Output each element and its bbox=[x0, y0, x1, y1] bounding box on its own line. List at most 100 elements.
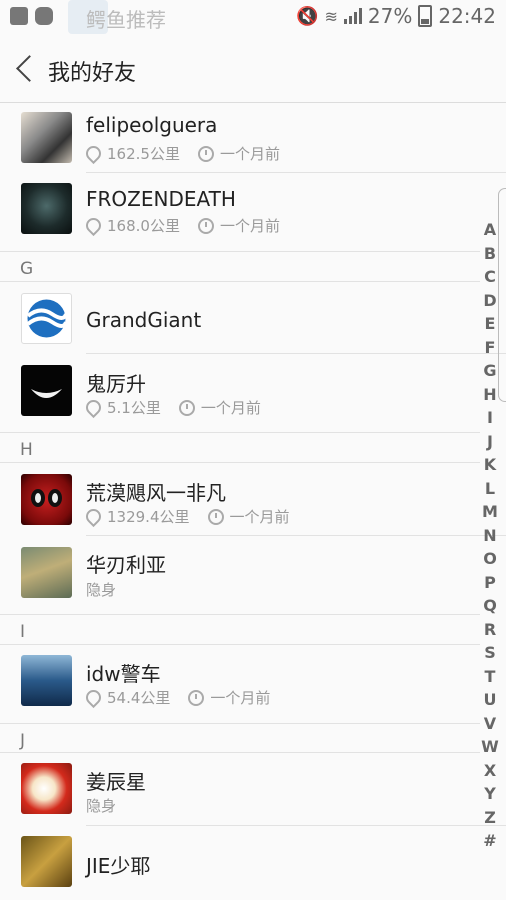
friend-row[interactable]: FROZENDEATH 168.0公里 一个月前 bbox=[0, 173, 480, 243]
friend-name: 鬼厉升 bbox=[86, 372, 146, 396]
friend-meta: 162.5公里 一个月前 bbox=[82, 142, 280, 165]
friend-row[interactable]: felipeolguera 162.5公里 一个月前 bbox=[0, 103, 480, 173]
index-letter-a[interactable]: A bbox=[480, 218, 500, 242]
grin-icon bbox=[31, 389, 62, 398]
friend-last-seen: 一个月前 bbox=[210, 689, 271, 707]
friend-row[interactable]: 姜辰星 隐身 bbox=[0, 753, 480, 825]
index-letter-j[interactable]: J bbox=[480, 430, 500, 454]
wifi-icon: ≋ bbox=[324, 6, 338, 26]
friend-row[interactable]: 鬼厉升 5.1公里 一个月前 bbox=[0, 354, 480, 432]
index-letter-f[interactable]: F bbox=[480, 336, 500, 360]
location-pin-icon bbox=[82, 214, 105, 237]
index-letter-y[interactable]: Y bbox=[480, 782, 500, 806]
index-letter-h[interactable]: H bbox=[480, 383, 500, 407]
index-letter-w[interactable]: W bbox=[480, 735, 500, 759]
clock-icon bbox=[197, 217, 214, 234]
friend-row[interactable]: 华刃利亚 隐身 bbox=[0, 536, 480, 614]
index-letter-u[interactable]: U bbox=[480, 688, 500, 712]
friend-name: idw警车 bbox=[86, 662, 161, 686]
battery-icon bbox=[418, 5, 433, 27]
friend-last-seen: 一个月前 bbox=[219, 145, 280, 163]
friend-name: GrandGiant bbox=[86, 308, 202, 332]
index-letter-s[interactable]: S bbox=[480, 641, 500, 665]
header: 我的好友 bbox=[0, 36, 506, 103]
section-header-g: G bbox=[20, 259, 34, 279]
friend-last-seen: 一个月前 bbox=[219, 217, 280, 235]
mask-face-icon bbox=[31, 489, 62, 507]
avatar bbox=[21, 474, 72, 525]
battery-percent: 27% bbox=[367, 4, 413, 28]
section-header-h: H bbox=[20, 440, 33, 460]
avatar bbox=[21, 293, 72, 344]
index-letter-k[interactable]: K bbox=[480, 453, 500, 477]
friend-distance: 1329.4公里 bbox=[107, 508, 190, 526]
clock-icon bbox=[207, 508, 224, 525]
clock-icon bbox=[188, 689, 205, 706]
friend-distance: 54.4公里 bbox=[107, 689, 171, 707]
index-letter-d[interactable]: D bbox=[480, 289, 500, 313]
avatar bbox=[21, 836, 72, 887]
index-letter-q[interactable]: Q bbox=[480, 594, 500, 618]
index-letter-r[interactable]: R bbox=[480, 618, 500, 642]
friend-meta: 54.4公里 一个月前 bbox=[82, 686, 271, 709]
avatar bbox=[21, 183, 72, 234]
index-letter-m[interactable]: M bbox=[480, 500, 500, 524]
friend-row[interactable]: 荒漠飓风一非凡 1329.4公里 一个月前 bbox=[0, 463, 480, 535]
friend-meta: 1329.4公里 一个月前 bbox=[82, 505, 290, 528]
avatar bbox=[21, 365, 72, 416]
avatar bbox=[21, 763, 72, 814]
clock-icon bbox=[178, 399, 195, 416]
friend-name: 华刃利亚 bbox=[86, 553, 166, 577]
alphabet-index[interactable]: A B C D E F G H I J K L M N O P Q R S T U V W X Y Z # bbox=[480, 218, 500, 853]
index-letter-o[interactable]: O bbox=[480, 547, 500, 571]
app-notification-icon bbox=[35, 7, 53, 25]
index-letter-p[interactable]: P bbox=[480, 571, 500, 595]
location-pin-icon bbox=[82, 686, 105, 709]
status-right: 🔇 ≋ 27% 22:42 bbox=[296, 4, 496, 28]
friend-distance: 5.1公里 bbox=[107, 399, 161, 417]
section-divider bbox=[0, 723, 480, 724]
clock-icon bbox=[197, 145, 214, 162]
friend-row[interactable]: JIE少耶 bbox=[0, 826, 480, 900]
back-button[interactable] bbox=[14, 52, 40, 86]
location-pin-icon bbox=[82, 505, 105, 528]
index-letter-v[interactable]: V bbox=[480, 712, 500, 736]
index-letter-c[interactable]: C bbox=[480, 265, 500, 289]
friend-status: 隐身 bbox=[86, 581, 117, 599]
index-letter-x[interactable]: X bbox=[480, 759, 500, 783]
friend-name: FROZENDEATH bbox=[86, 187, 236, 211]
grandgiant-logo-icon bbox=[26, 299, 68, 338]
friend-status: 隐身 bbox=[86, 797, 117, 815]
signal-icon bbox=[343, 8, 362, 24]
friend-meta: 168.0公里 一个月前 bbox=[82, 214, 280, 237]
edge-panel-handle[interactable] bbox=[498, 188, 506, 402]
index-letter-e[interactable]: E bbox=[480, 312, 500, 336]
index-letter-hash[interactable]: # bbox=[480, 829, 500, 853]
friend-row[interactable]: idw警车 54.4公里 一个月前 bbox=[0, 645, 480, 723]
section-divider bbox=[0, 251, 480, 252]
section-divider bbox=[0, 614, 480, 615]
friend-distance: 168.0公里 bbox=[107, 217, 180, 235]
ghost-notification-text: 鳄鱼推荐 bbox=[86, 8, 166, 32]
index-letter-t[interactable]: T bbox=[480, 665, 500, 689]
location-pin-icon bbox=[82, 142, 105, 165]
location-pin-icon bbox=[82, 396, 105, 419]
friend-meta: 5.1公里 一个月前 bbox=[82, 396, 261, 419]
avatar bbox=[21, 547, 72, 598]
section-header-i: I bbox=[20, 622, 26, 642]
friend-name: 姜辰星 bbox=[86, 770, 146, 794]
index-letter-b[interactable]: B bbox=[480, 242, 500, 266]
index-letter-l[interactable]: L bbox=[480, 477, 500, 501]
index-letter-n[interactable]: N bbox=[480, 524, 500, 548]
mute-icon: 🔇 bbox=[296, 5, 319, 27]
section-divider bbox=[0, 432, 480, 433]
friend-row[interactable]: GrandGiant bbox=[0, 282, 480, 354]
index-letter-z[interactable]: Z bbox=[480, 806, 500, 830]
page-title: 我的好友 bbox=[48, 61, 137, 86]
friend-name: 荒漠飓风一非凡 bbox=[86, 481, 226, 505]
friend-name: JIE少耶 bbox=[86, 854, 151, 878]
avatar bbox=[21, 112, 72, 163]
index-letter-i[interactable]: I bbox=[480, 406, 500, 430]
friend-last-seen: 一个月前 bbox=[229, 508, 290, 526]
index-letter-g[interactable]: G bbox=[480, 359, 500, 383]
